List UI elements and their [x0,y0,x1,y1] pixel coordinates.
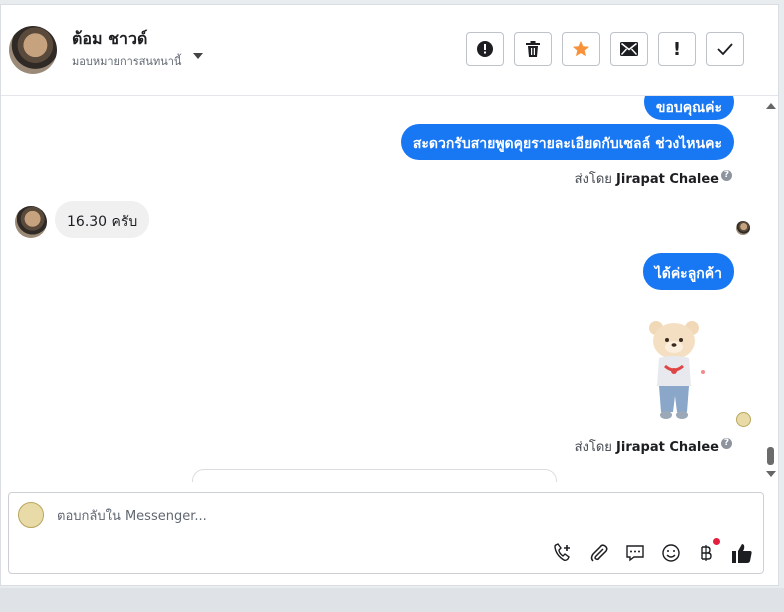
star-button[interactable] [562,32,600,66]
contact-avatar[interactable] [9,26,57,74]
scrollbar-thumb[interactable] [767,447,774,465]
sent-by-prefix: ส่งโดย [574,172,612,187]
sent-by-name: Jirapat Chalee [616,172,719,187]
emoji-button[interactable] [659,541,683,565]
conversation-header: ต้อม ชาวด์ มอบหมายการสนทนานี้ ! [1,5,778,96]
scroll-down-arrow-icon[interactable] [766,471,776,477]
sent-by-prefix: ส่งโดย [574,440,612,455]
paperclip-icon [590,544,608,562]
scroll-up-arrow-icon[interactable] [766,103,776,109]
mark-unread-button[interactable] [610,32,648,66]
phone-plus-icon [554,543,570,562]
chevron-down-icon[interactable] [193,53,203,59]
seen-avatar-page [736,412,751,427]
call-button[interactable] [551,541,575,565]
like-button[interactable] [730,541,754,565]
sent-by-label: ส่งโดย Jirapat Chalee [575,168,719,189]
star-icon [572,40,590,57]
baht-icon [701,545,712,561]
contact-name[interactable]: ต้อม ชาวด์ [72,27,147,52]
seen-avatar [736,221,750,235]
exclamation-icon: ! [672,38,682,60]
message-card-partial[interactable] [192,469,557,482]
sent-by-name: Jirapat Chalee [616,440,719,455]
assign-conversation-label[interactable]: มอบหมายการสนทนานี้ [72,52,181,70]
reply-composer [8,492,764,574]
envelope-icon [620,42,638,56]
alert-circle-icon [477,41,493,57]
bear-sticker-image [649,321,705,419]
message-list[interactable]: ขอบคุณค่ะ สะดวกรับสายพูดคุยรายละเอียดกับ… [1,96,765,482]
message-bubble-outgoing[interactable]: สะดวกรับสายพูดคุยรายละเอียดกับเซลล์ ช่วง… [400,124,734,160]
speech-bubble-icon [626,545,644,562]
contact-avatar-small [15,206,47,238]
spam-button[interactable] [466,32,504,66]
bear-sticker[interactable] [645,316,707,424]
attach-button[interactable] [587,541,611,565]
reply-input[interactable] [57,506,737,526]
smiley-icon [662,544,680,562]
help-icon[interactable]: ? [721,170,732,181]
sent-by-label: ส่งโดย Jirapat Chalee [575,436,719,457]
message-bubble-outgoing[interactable]: ขอบคุณค่ะ [643,96,734,120]
help-icon[interactable]: ? [721,438,732,449]
trash-icon [526,41,540,57]
thumbs-up-icon [732,544,752,563]
taskbar-strip [0,588,784,612]
delete-button[interactable] [514,32,552,66]
message-bubble-outgoing[interactable]: ได้ค่ะลูกค้า [642,253,734,290]
saved-replies-button[interactable] [623,541,647,565]
checkmark-icon [717,43,733,55]
notification-dot [713,538,720,545]
done-button[interactable] [706,32,744,66]
page-avatar [18,502,44,528]
follow-up-button[interactable]: ! [658,32,696,66]
message-bubble-incoming[interactable]: 16.30 ครับ [55,201,150,238]
scrollbar-track[interactable] [765,96,778,482]
